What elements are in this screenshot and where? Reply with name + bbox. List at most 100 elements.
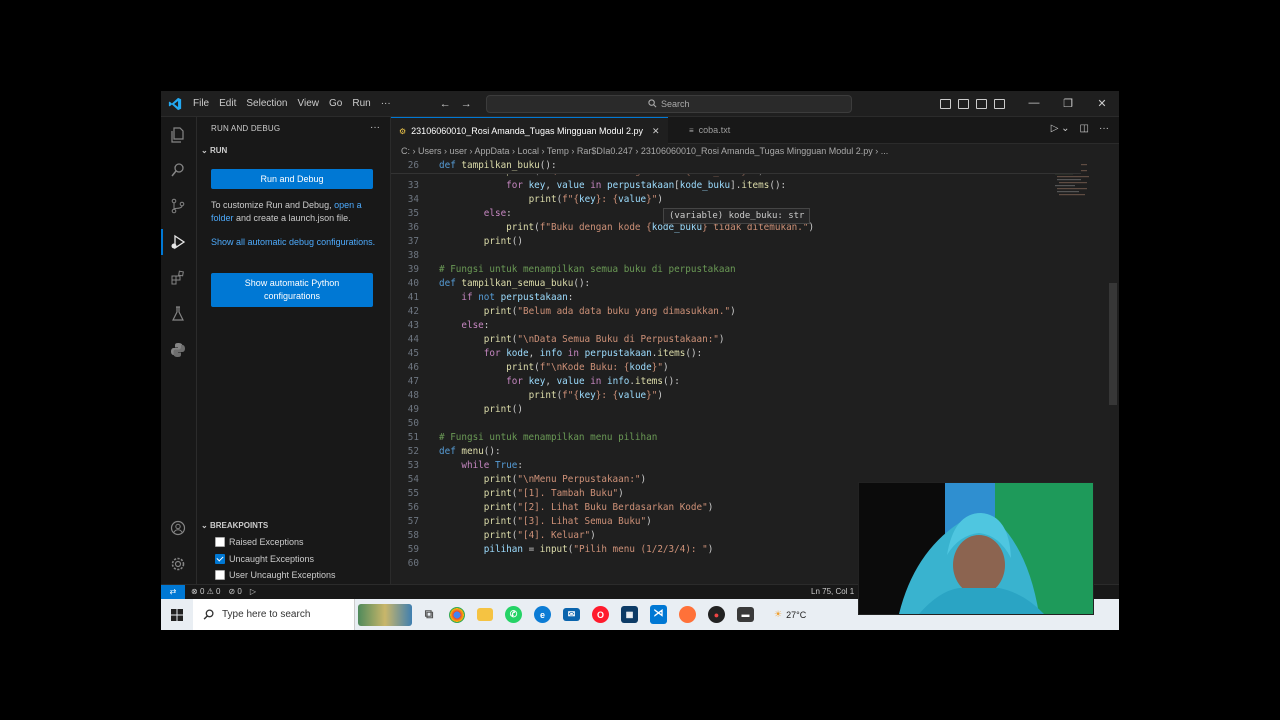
code-line[interactable]: 43 else: <box>391 319 1081 333</box>
search-icon <box>648 99 657 108</box>
remote-indicator-icon[interactable]: ⇄ <box>161 585 185 599</box>
firefox-icon[interactable] <box>679 606 696 623</box>
chevron-down-icon: ⌄ <box>201 146 210 155</box>
ports-icon: ⊘ <box>228 587 236 596</box>
checkbox[interactable] <box>215 537 225 547</box>
debug-launch-icon[interactable]: ▷ <box>250 587 256 596</box>
close-window-icon[interactable]: ✕ <box>1085 97 1119 110</box>
minimize-icon[interactable]: — <box>1017 97 1051 110</box>
breakpoints-section-header[interactable]: ⌄ BREAKPOINTS <box>201 521 268 530</box>
more-actions-icon[interactable]: ··· <box>1099 123 1109 134</box>
hover-tooltip: (variable) kode_buku: str <box>663 208 811 224</box>
code-line[interactable]: 33 for key, value in perpustakaan[kode_b… <box>391 179 1081 193</box>
vscode-taskbar-icon[interactable]: ⋊ <box>650 605 667 624</box>
ports-indicator[interactable]: ⊘ 0 <box>228 587 241 596</box>
code-line[interactable]: 39 # Fungsi untuk menampilkan semua buku … <box>391 263 1081 277</box>
code-line[interactable]: 40 def tampilkan_semua_buku(): <box>391 277 1081 291</box>
webcam-person-image <box>859 483 1093 614</box>
search-view-icon[interactable] <box>170 162 186 178</box>
checkbox[interactable] <box>215 570 225 580</box>
code-line[interactable]: 42 print("Belum ada data buku yang dimas… <box>391 305 1081 319</box>
chevron-down-icon: ⌄ <box>201 521 210 530</box>
toggle-primary-sidebar-icon[interactable] <box>940 98 951 109</box>
restore-icon[interactable]: ❐ <box>1051 97 1085 110</box>
opera-icon[interactable]: O <box>592 606 609 623</box>
breakpoint-raised-exceptions[interactable]: Raised Exceptions <box>215 537 304 547</box>
code-line[interactable]: 51 # Fungsi untuk menampilkan menu piliha… <box>391 431 1081 445</box>
cursor-position[interactable]: Ln 75, Col 1 <box>811 587 854 596</box>
active-indicator <box>161 229 163 255</box>
mail-icon[interactable]: ✉ <box>563 608 580 621</box>
whatsapp-icon[interactable]: ✆ <box>505 606 522 623</box>
toggle-panel-icon[interactable] <box>958 98 969 109</box>
code-line[interactable]: 50 <box>391 417 1081 431</box>
code-line[interactable]: 46 print(f"\nKode Buku: {kode}") <box>391 361 1081 375</box>
vertical-scrollbar[interactable] <box>1109 283 1117 405</box>
run-and-debug-button[interactable]: Run and Debug <box>211 169 373 189</box>
code-line[interactable]: 47 for key, value in info.items(): <box>391 375 1081 389</box>
testing-icon[interactable] <box>170 306 186 322</box>
text-file-icon: ≡ <box>689 125 694 135</box>
source-control-icon[interactable] <box>170 198 186 214</box>
breakpoint-user-uncaught-exceptions[interactable]: User Uncaught Exceptions <box>215 570 336 580</box>
activity-bar <box>161 117 197 584</box>
forward-arrow-icon[interactable]: → <box>461 98 472 110</box>
obs-icon[interactable]: ● <box>708 606 725 623</box>
more-actions-icon[interactable]: ··· <box>370 122 380 133</box>
menu-run[interactable]: Run <box>347 98 375 109</box>
code-line[interactable]: 48 print(f"{key}: {value}") <box>391 389 1081 403</box>
code-line[interactable]: 45 for kode, info in perpustakaan.items(… <box>391 347 1081 361</box>
checkbox-checked[interactable] <box>215 554 225 564</box>
code-line[interactable]: 41 if not perpustakaan: <box>391 291 1081 305</box>
sticky-scroll-line[interactable]: 26 def tampilkan_buku(): <box>391 159 1081 174</box>
run-section-header[interactable]: ⌄ RUN <box>201 146 227 155</box>
code-line[interactable]: 44 print("\nData Semua Buku di Perpustak… <box>391 333 1081 347</box>
search-label: Search <box>660 98 690 109</box>
weather-widget[interactable]: ☀ 27°C <box>774 609 806 620</box>
code-line[interactable]: 49 print() <box>391 403 1081 417</box>
accounts-icon[interactable] <box>170 520 186 536</box>
editor-tabs: ⚙ 23106060010_Rosi Amanda_Tugas Mingguan… <box>391 117 1119 144</box>
show-all-configurations-link[interactable]: Show all automatic debug configurations. <box>211 236 381 249</box>
code-line[interactable]: 52 def menu(): <box>391 445 1081 459</box>
run-and-debug-icon[interactable] <box>170 234 186 250</box>
calculator-icon[interactable]: ▦ <box>621 606 638 623</box>
menu-file[interactable]: File <box>188 98 214 109</box>
breadcrumb[interactable]: C: › Users › user › AppData › Local › Te… <box>391 144 1119 158</box>
code-line[interactable]: 34 print(f"{key}: {value}") <box>391 193 1081 207</box>
settings-gear-icon[interactable] <box>170 556 186 572</box>
edge-icon[interactable]: e <box>534 606 551 623</box>
menu-go[interactable]: Go <box>324 98 347 109</box>
close-tab-icon[interactable]: ✕ <box>652 126 660 137</box>
split-editor-icon[interactable]: ◫ <box>1080 123 1089 134</box>
chrome-icon[interactable] <box>449 606 465 623</box>
task-view-icon[interactable]: ⧉ <box>418 604 440 626</box>
menu-view[interactable]: View <box>293 98 325 109</box>
tab-modul2-py[interactable]: ⚙ 23106060010_Rosi Amanda_Tugas Mingguan… <box>391 117 668 144</box>
terminal-icon[interactable]: ▬ <box>737 607 754 622</box>
menu-edit[interactable]: Edit <box>214 98 241 109</box>
problems-indicator[interactable]: ⊗ 0 ⚠ 0 <box>191 587 220 596</box>
customize-layout-icon[interactable] <box>994 98 1005 109</box>
toggle-secondary-sidebar-icon[interactable] <box>976 98 987 109</box>
extensions-icon[interactable] <box>170 270 186 286</box>
file-explorer-icon[interactable] <box>477 608 493 621</box>
python-icon[interactable] <box>170 342 186 358</box>
start-button[interactable] <box>161 608 193 621</box>
explorer-icon[interactable] <box>170 127 186 143</box>
back-arrow-icon[interactable]: ← <box>440 98 451 110</box>
code-line[interactable]: 38 <box>391 249 1081 263</box>
run-python-file-icon[interactable]: ▷ ⌄ <box>1051 123 1070 134</box>
code-line[interactable]: 37 print() <box>391 235 1081 249</box>
command-center-search[interactable]: Search <box>485 94 852 113</box>
python-configurations-button[interactable]: Show automatic Python configurations <box>211 273 373 307</box>
search-highlights-image[interactable] <box>358 603 412 626</box>
tab-coba-txt[interactable]: ≡ coba.txt <box>681 117 738 143</box>
taskbar-search[interactable]: Type here to search <box>193 599 355 630</box>
menu-more[interactable]: ··· <box>376 98 396 109</box>
menu-selection[interactable]: Selection <box>241 98 292 109</box>
error-icon: ⊗ <box>191 587 198 596</box>
code-line[interactable]: 53 while True: <box>391 459 1081 473</box>
breakpoint-uncaught-exceptions[interactable]: Uncaught Exceptions <box>215 554 314 564</box>
search-icon <box>203 609 214 620</box>
